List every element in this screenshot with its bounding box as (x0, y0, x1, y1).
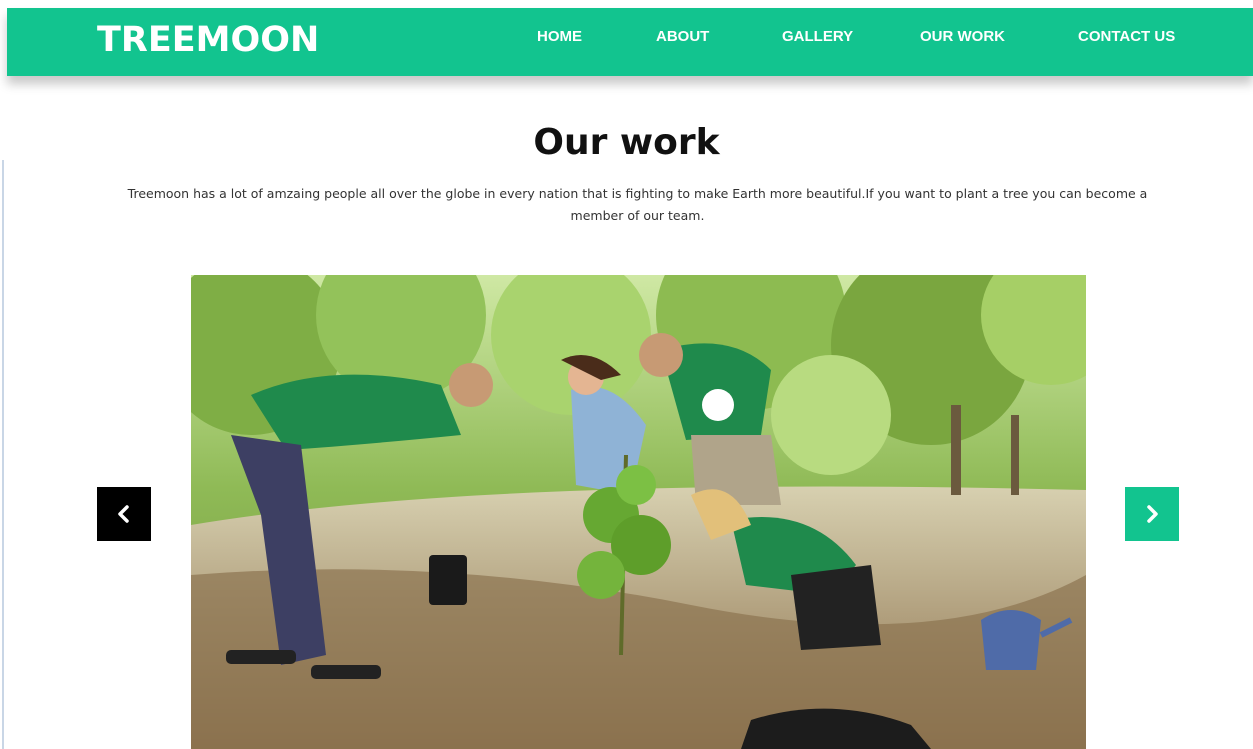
nav-item-contact-us[interactable]: CONTACT US (1078, 28, 1175, 46)
carousel-next-button[interactable] (1125, 487, 1179, 541)
section-title: Our work (533, 122, 720, 164)
carousel-slide-image (191, 275, 1086, 749)
chevron-right-icon (1147, 505, 1158, 523)
carousel-prev-button[interactable] (97, 487, 151, 541)
nav-item-gallery[interactable]: GALLERY (782, 28, 853, 46)
nav-item-our-work[interactable]: OUR WORK (920, 28, 1005, 46)
section-intro: Treemoon has a lot of amzaing people all… (127, 185, 1148, 223)
page-edge-line (2, 160, 4, 749)
nav-item-about[interactable]: ABOUT (656, 28, 709, 46)
nav-item-home[interactable]: HOME (537, 28, 582, 46)
chevron-left-icon (118, 505, 129, 523)
nav-menu: HOME ABOUT GALLERY OUR WORK CONTACT US (7, 8, 1253, 76)
navbar: TREEMOON HOME ABOUT GALLERY OUR WORK CON… (7, 8, 1253, 76)
page-edge (0, 0, 6, 749)
